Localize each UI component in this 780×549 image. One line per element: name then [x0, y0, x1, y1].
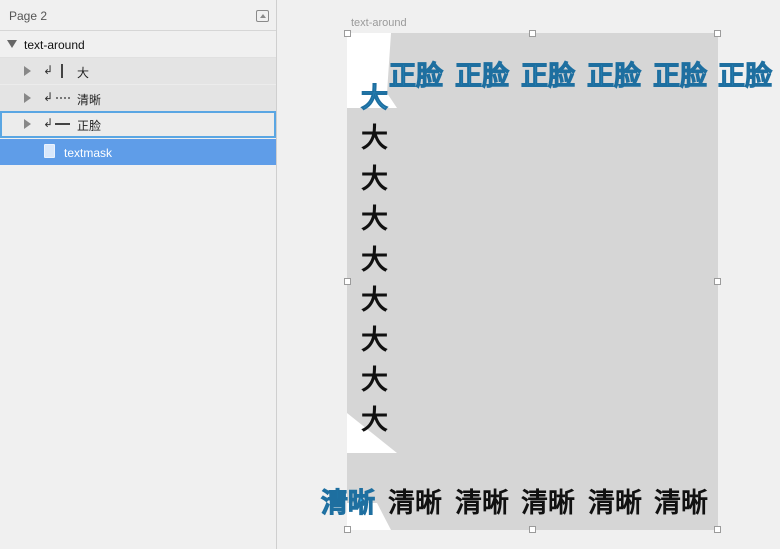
- layer-row-da[interactable]: ↲ 大: [0, 58, 276, 85]
- resize-handle[interactable]: [714, 278, 721, 285]
- resize-handle[interactable]: [529, 526, 536, 533]
- vertical-line-icon: [61, 64, 63, 78]
- text-mask-shape[interactable]: [347, 33, 718, 530]
- resize-handle[interactable]: [529, 30, 536, 37]
- side-text-item: 大: [361, 164, 388, 195]
- resize-handle[interactable]: [344, 526, 351, 533]
- dotted-line-icon: [56, 97, 70, 99]
- resize-handle[interactable]: [714, 526, 721, 533]
- side-text-item: 大: [361, 123, 388, 154]
- bottom-text-item: 清晰: [321, 488, 376, 520]
- resize-handle[interactable]: [344, 30, 351, 37]
- layer-label: textmask: [64, 146, 113, 160]
- bottom-text-item: 清晰: [388, 488, 442, 519]
- layer-row-zhenglian[interactable]: ↲ 正脸: [0, 111, 276, 138]
- top-text-item: 正脸: [389, 61, 444, 93]
- layer-row-textmask[interactable]: textmask: [0, 139, 276, 165]
- side-text-item: 大: [361, 325, 388, 356]
- layer-label: 正脸: [77, 119, 102, 133]
- side-text-item: 大: [361, 285, 388, 316]
- side-text-item: 大: [361, 245, 388, 276]
- page-header: Page 2: [0, 0, 276, 31]
- mask-arrow-icon: ↲: [43, 63, 54, 77]
- collapse-panel-icon[interactable]: [256, 10, 269, 22]
- group-label: text-around: [24, 38, 85, 52]
- layer-group-text-around[interactable]: text-around: [0, 31, 276, 58]
- disclosure-down-icon[interactable]: [7, 40, 17, 48]
- layer-row-qingxi[interactable]: ↲ 清晰: [0, 85, 276, 112]
- layers-panel: Page 2 text-around ↲ 大 ↲ 清晰 ↲ 正脸 textmas…: [0, 0, 277, 549]
- top-text-item: 正脸: [653, 61, 708, 93]
- artboard[interactable]: [347, 33, 718, 530]
- top-text-row: 正脸 正脸 正脸 正脸 正脸 正脸: [277, 54, 780, 94]
- top-text-item: 正脸: [521, 61, 576, 93]
- resize-handle[interactable]: [344, 278, 351, 285]
- mask-arrow-icon: ↲: [43, 90, 54, 104]
- top-text-item: 正脸: [455, 61, 510, 93]
- mask-arrow-icon: ↲: [43, 116, 54, 130]
- top-text-item: 正脸: [587, 61, 642, 93]
- side-text-item: 大: [361, 83, 389, 115]
- bottom-text-item: 清晰: [654, 488, 708, 519]
- page-title: Page 2: [9, 9, 48, 23]
- bottom-text-item: 清晰: [521, 488, 575, 519]
- top-text-item: 正脸: [718, 61, 773, 93]
- side-text-item: 大: [361, 365, 388, 396]
- resize-handle[interactable]: [714, 30, 721, 37]
- side-text-item: 大: [361, 405, 388, 436]
- side-text-item: 大: [361, 204, 388, 235]
- disclosure-right-icon[interactable]: [24, 66, 31, 76]
- artboard-title[interactable]: text-around: [351, 17, 407, 29]
- mask-shape-icon: [44, 144, 55, 158]
- bottom-text-item: 清晰: [588, 488, 642, 519]
- layer-label: 清晰: [77, 93, 102, 107]
- layer-label: 大: [77, 66, 90, 80]
- disclosure-right-icon[interactable]: [24, 93, 31, 103]
- horizontal-line-icon: [55, 123, 70, 125]
- bottom-text-item: 清晰: [455, 488, 509, 519]
- canvas[interactable]: text-around 正脸 正脸 正脸 正脸 正脸 正脸 大 大 大 大 大 …: [277, 0, 780, 549]
- disclosure-right-icon[interactable]: [24, 119, 31, 129]
